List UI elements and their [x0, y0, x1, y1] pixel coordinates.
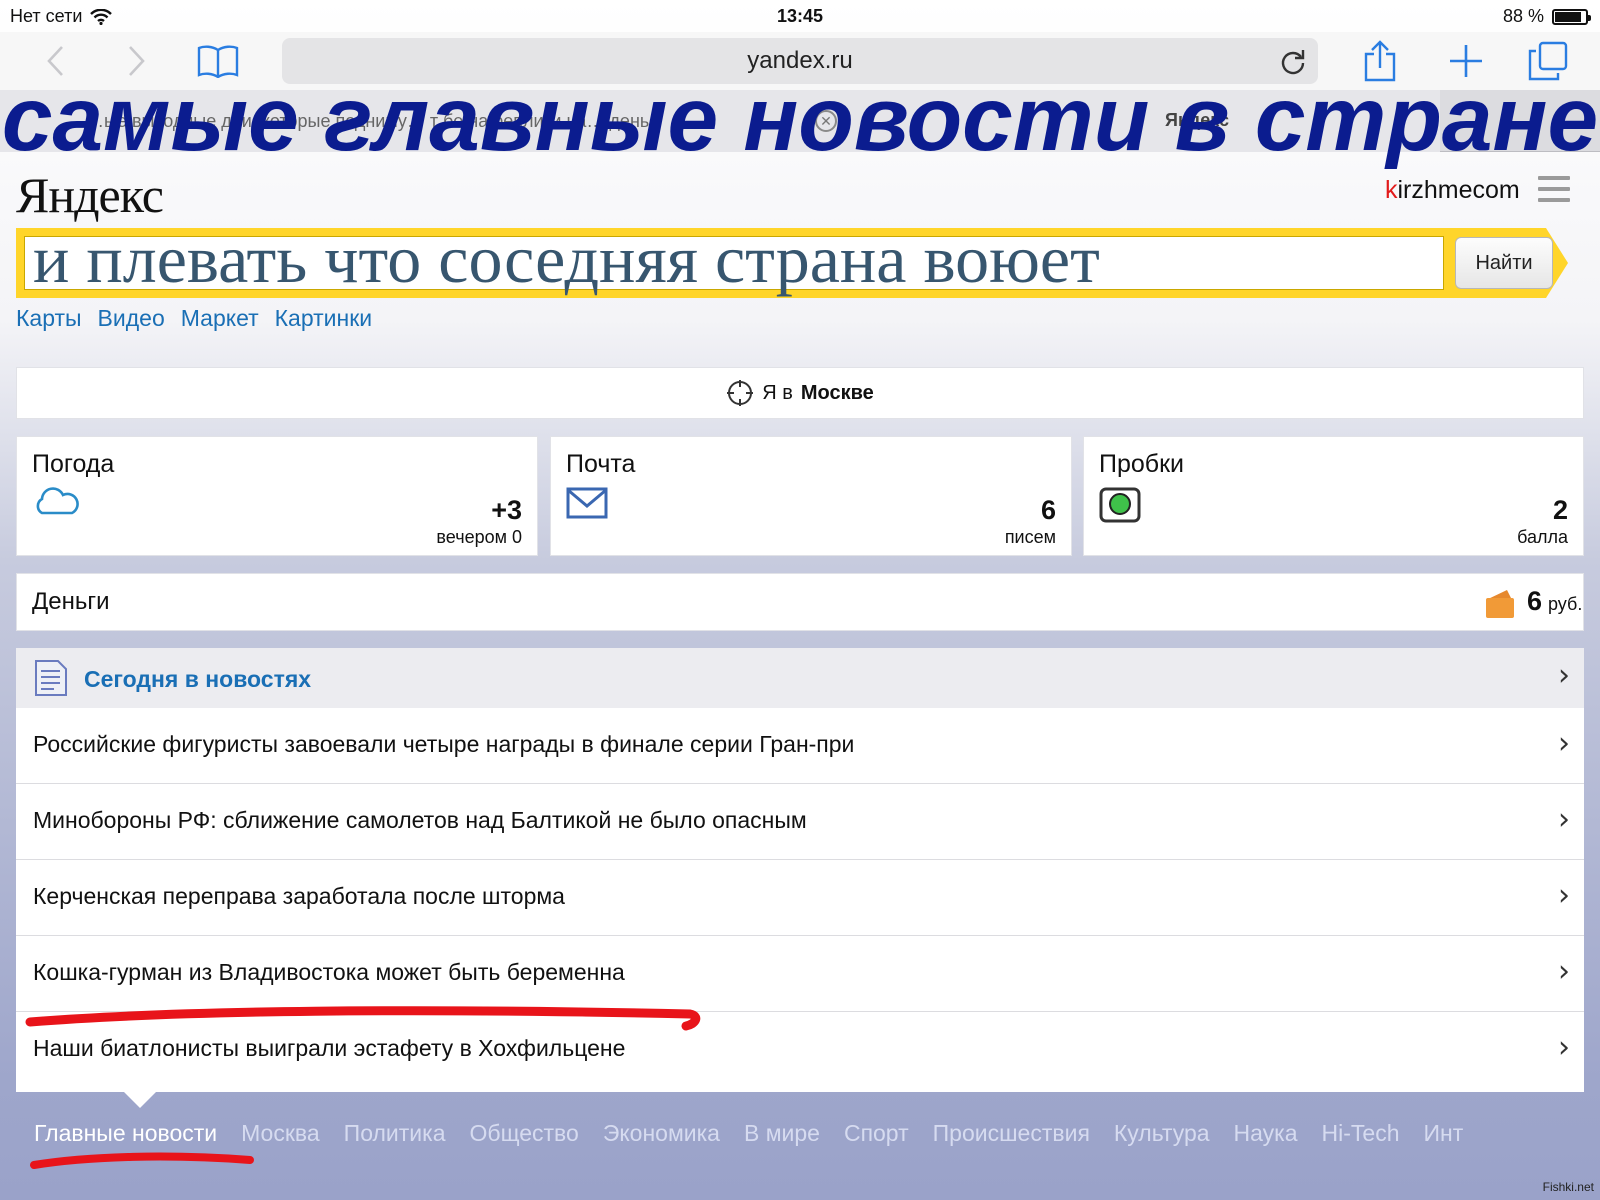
chevron-right-icon: ›	[1558, 1030, 1570, 1065]
news-item-text: Керченская переправа заработала после шт…	[33, 883, 565, 909]
watermark: Fishki.net	[1542, 1180, 1594, 1194]
battery-percent: 88 %	[1502, 6, 1544, 26]
money-amount: 6	[1527, 586, 1543, 616]
chevron-right-icon: ›	[1558, 954, 1570, 989]
service-link-maps[interactable]: Карты	[16, 305, 82, 332]
annotation-underline-category	[30, 1152, 254, 1169]
money-widget[interactable]: Деньги 6 руб.	[16, 573, 1584, 631]
geo-prefix: Я в	[762, 381, 793, 404]
traffic-title: Пробки	[1099, 450, 1184, 478]
news-categories: Главные новости Москва Политика Общество…	[34, 1120, 1463, 1147]
category-society[interactable]: Общество	[470, 1120, 579, 1147]
chevron-right-icon: ›	[1558, 878, 1570, 913]
service-link-video[interactable]: Видео	[98, 305, 165, 332]
category-culture[interactable]: Культура	[1114, 1120, 1210, 1147]
news-item[interactable]: Российские фигуристы завоевали четыре на…	[16, 708, 1584, 784]
traffic-sub: балла	[1517, 527, 1568, 547]
category-sport[interactable]: Спорт	[844, 1120, 909, 1147]
weather-widget[interactable]: Погода +3 вечером 0	[16, 436, 538, 556]
traffic-value: 2	[1552, 495, 1568, 525]
search-value: и плевать что соседняя страна воюет	[33, 221, 1100, 297]
wallet-icon	[1486, 590, 1514, 618]
search-button[interactable]: Найти	[1455, 237, 1553, 289]
chevron-right-icon: ›	[1558, 802, 1570, 837]
news-item-text: Минобороны РФ: сближение самолетов над Б…	[33, 807, 807, 833]
money-currency: руб.	[1548, 594, 1583, 614]
category-main[interactable]: Главные новости	[34, 1120, 217, 1147]
logo-text: Яндекс	[16, 167, 164, 223]
service-link-images[interactable]: Картинки	[275, 305, 372, 332]
search-input[interactable]: и плевать что соседняя страна воюет	[24, 225, 1444, 293]
active-category-pointer	[124, 1092, 156, 1108]
traffic-icon	[1099, 487, 1141, 523]
weather-title: Погода	[32, 450, 115, 478]
weather-value: +3	[491, 495, 522, 525]
news-item[interactable]: Керченская переправа заработала после шт…	[16, 860, 1584, 936]
news-doc-icon	[35, 660, 67, 696]
geo-location[interactable]: Я в Москве	[16, 367, 1584, 419]
news-item[interactable]: Минобороны РФ: сближение самолетов над Б…	[16, 784, 1584, 860]
money-title: Деньги	[32, 588, 110, 615]
category-science[interactable]: Наука	[1234, 1120, 1298, 1147]
battery-fill	[1555, 11, 1582, 22]
news-item-text: Российские фигуристы завоевали четыре на…	[33, 731, 855, 757]
weather-sub: вечером 0	[436, 527, 522, 547]
news-header[interactable]: Сегодня в новостях ›	[16, 648, 1584, 708]
clock: 13:45	[776, 6, 824, 26]
status-right: 88 %	[1502, 6, 1591, 27]
category-politics[interactable]: Политика	[344, 1120, 446, 1147]
username-first-letter: k	[1385, 176, 1398, 204]
username-rest: irzhmecom	[1397, 176, 1520, 204]
news-item[interactable]: Наши биатлонисты выиграли эстафету в Хох…	[16, 1012, 1584, 1092]
news-item[interactable]: Кошка-гурман из Владивостока может быть …	[16, 936, 1584, 1012]
mail-icon	[566, 487, 608, 519]
meme-caption: самые главные новости в стране	[1, 69, 1599, 170]
status-bar: Нет сети 13:45 88 %	[0, 0, 1600, 32]
locate-icon	[727, 380, 754, 406]
mail-widget[interactable]: Почта 6 писем	[550, 436, 1072, 556]
services-nav: Карты Видео Маркет Картинки	[16, 305, 372, 332]
cloud-icon	[36, 487, 79, 515]
mail-title: Почта	[566, 450, 636, 478]
news-item-text: Кошка-гурман из Владивостока может быть …	[33, 959, 625, 985]
news-title: Сегодня в новостях	[84, 666, 312, 692]
yandex-logo[interactable]: Яндекс	[16, 166, 164, 224]
mail-sub: писем	[1004, 527, 1056, 547]
chevron-right-icon: ›	[1558, 658, 1570, 693]
mail-value: 6	[1040, 495, 1056, 525]
battery-icon	[1552, 8, 1591, 25]
service-link-market[interactable]: Маркет	[181, 305, 259, 332]
category-economy[interactable]: Экономика	[603, 1120, 720, 1147]
news-item-text: Наши биатлонисты выиграли эстафету в Хох…	[33, 1035, 626, 1061]
category-incidents[interactable]: Происшествия	[933, 1120, 1090, 1147]
geo-city: Москве	[800, 381, 874, 404]
category-world[interactable]: В мире	[744, 1120, 820, 1147]
category-internet[interactable]: Инт	[1424, 1120, 1464, 1147]
category-moscow[interactable]: Москва	[241, 1120, 320, 1147]
chevron-right-icon: ›	[1558, 726, 1570, 761]
news-block: Сегодня в новостях › Российские фигурист…	[16, 648, 1584, 1092]
menu-icon[interactable]	[1538, 176, 1570, 202]
traffic-widget[interactable]: Пробки 2 балла	[1083, 436, 1584, 556]
category-hitech[interactable]: Hi-Tech	[1322, 1120, 1400, 1147]
username[interactable]: kirzhmecom	[1385, 176, 1520, 205]
